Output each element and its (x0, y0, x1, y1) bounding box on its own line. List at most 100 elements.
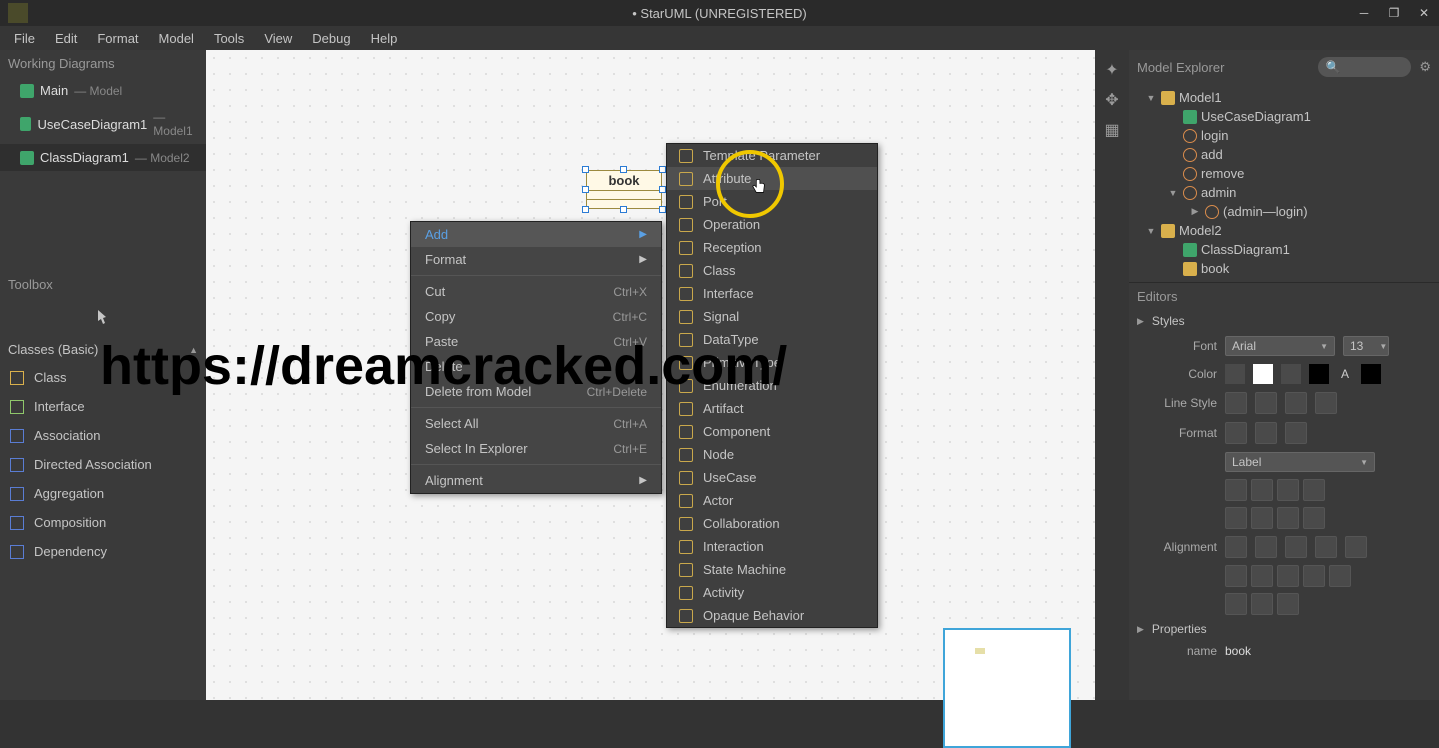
format-opt[interactable] (1303, 479, 1325, 501)
tree-item[interactable]: book (1129, 259, 1439, 278)
submenu-item[interactable]: PrimitiveType (667, 351, 877, 374)
submenu-item[interactable]: Component (667, 420, 877, 443)
toolbox-item[interactable]: Composition (0, 508, 206, 537)
submenu-item[interactable]: Interface (667, 282, 877, 305)
minimize-button[interactable]: ─ (1349, 0, 1379, 26)
align-btn[interactable] (1315, 536, 1337, 558)
properties-row[interactable]: ▶ Properties (1129, 618, 1439, 640)
align-btn[interactable] (1277, 565, 1299, 587)
text-color-swatch[interactable] (1361, 364, 1381, 384)
diagram-item[interactable]: Main — Model (0, 77, 206, 104)
tree-item[interactable]: remove (1129, 164, 1439, 183)
toolbox-item[interactable]: Association (0, 421, 206, 450)
format-opt[interactable] (1277, 479, 1299, 501)
pan-icon[interactable]: ✥ (1102, 90, 1122, 110)
thumbnail-icon[interactable]: ▦ (1102, 120, 1122, 140)
submenu-item[interactable]: DataType (667, 328, 877, 351)
submenu-item[interactable]: Actor (667, 489, 877, 512)
tree-item[interactable]: add (1129, 145, 1439, 164)
align-btn[interactable] (1251, 593, 1273, 615)
submenu-item[interactable]: Operation (667, 213, 877, 236)
diagram-item[interactable]: UseCaseDiagram1 — Model1 (0, 104, 206, 144)
maximize-button[interactable]: ❐ (1379, 0, 1409, 26)
ctx-item[interactable]: CopyCtrl+C (411, 304, 661, 329)
ctx-item[interactable]: Delete (411, 354, 661, 379)
tree-item[interactable]: UseCaseDiagram1 (1129, 107, 1439, 126)
align-btn[interactable] (1345, 536, 1367, 558)
align-btn[interactable] (1277, 593, 1299, 615)
minimap[interactable] (943, 628, 1071, 748)
resize-handle[interactable] (659, 186, 666, 193)
submenu-item[interactable]: State Machine (667, 558, 877, 581)
resize-handle[interactable] (620, 206, 627, 213)
linestyle-btn[interactable] (1225, 392, 1247, 414)
format-opt[interactable] (1251, 479, 1273, 501)
align-btn[interactable] (1225, 536, 1247, 558)
menu-tools[interactable]: Tools (204, 28, 254, 49)
explorer-search[interactable]: 🔍 (1318, 57, 1411, 77)
extensions-icon[interactable]: ✦ (1102, 60, 1122, 80)
tree-item[interactable]: login (1129, 126, 1439, 145)
menu-edit[interactable]: Edit (45, 28, 87, 49)
submenu-item[interactable]: Opaque Behavior (667, 604, 877, 627)
uml-class-book[interactable]: book (586, 170, 662, 209)
tree-chevron-icon[interactable]: ▶ (1189, 206, 1201, 217)
resize-handle[interactable] (582, 166, 589, 173)
ctx-item[interactable]: PasteCtrl+V (411, 329, 661, 354)
submenu-item[interactable]: UseCase (667, 466, 877, 489)
submenu-item[interactable]: Reception (667, 236, 877, 259)
menu-help[interactable]: Help (361, 28, 408, 49)
linestyle-btn[interactable] (1315, 392, 1337, 414)
align-btn[interactable] (1225, 565, 1247, 587)
diagram-item[interactable]: ClassDiagram1 — Model2 (0, 144, 206, 171)
resize-handle[interactable] (659, 166, 666, 173)
format-opt[interactable] (1251, 507, 1273, 529)
submenu-item[interactable]: Class (667, 259, 877, 282)
resize-handle[interactable] (582, 206, 589, 213)
resize-handle[interactable] (620, 166, 627, 173)
toolbox-item[interactable]: Class (0, 363, 206, 392)
toolbox-item[interactable]: Dependency (0, 537, 206, 566)
submenu-item[interactable]: Interaction (667, 535, 877, 558)
toolbox-item[interactable]: Aggregation (0, 479, 206, 508)
ctx-item[interactable]: Select In ExplorerCtrl+E (411, 436, 661, 461)
font-size-select[interactable]: 13 ▼ (1343, 336, 1389, 356)
menu-view[interactable]: View (254, 28, 302, 49)
tree-item[interactable]: ClassDiagram1 (1129, 240, 1439, 259)
submenu-item[interactable]: Enumeration (667, 374, 877, 397)
toolbox-section[interactable]: Classes (Basic) ▲ (0, 336, 206, 363)
text-color-icon[interactable]: A (1337, 367, 1353, 381)
format-opt[interactable] (1303, 507, 1325, 529)
ctx-item[interactable]: Format▶ (411, 247, 661, 272)
ctx-item[interactable]: Alignment▶ (411, 468, 661, 493)
tree-item[interactable]: ▼Model2 (1129, 221, 1439, 240)
pointer-tool[interactable] (90, 304, 116, 330)
line-icon[interactable] (1281, 364, 1301, 384)
menu-format[interactable]: Format (87, 28, 148, 49)
fill-color-swatch[interactable] (1253, 364, 1273, 384)
submenu-item[interactable]: Activity (667, 581, 877, 604)
align-btn[interactable] (1255, 536, 1277, 558)
align-btn[interactable] (1225, 593, 1247, 615)
format-opt[interactable] (1225, 507, 1247, 529)
diagram-canvas[interactable]: book Add▶Format▶CutCtrl+XCopyCtrl+CPaste… (206, 50, 1095, 700)
tree-chevron-icon[interactable]: ▼ (1145, 93, 1157, 103)
tree-item[interactable]: ▼Model1 (1129, 88, 1439, 107)
submenu-item[interactable]: Signal (667, 305, 877, 328)
align-btn[interactable] (1285, 536, 1307, 558)
submenu-item[interactable]: Node (667, 443, 877, 466)
fill-icon[interactable] (1225, 364, 1245, 384)
menu-file[interactable]: File (4, 28, 45, 49)
styles-row[interactable]: ▶ Styles (1129, 310, 1439, 332)
submenu-item[interactable]: Attribute (667, 167, 877, 190)
linestyle-btn[interactable] (1255, 392, 1277, 414)
submenu-item[interactable]: Artifact (667, 397, 877, 420)
submenu-item[interactable]: Collaboration (667, 512, 877, 535)
submenu-item[interactable]: Port (667, 190, 877, 213)
submenu-item[interactable]: Template Parameter (667, 144, 877, 167)
format-btn[interactable] (1255, 422, 1277, 444)
toolbox-item[interactable]: Directed Association (0, 450, 206, 479)
ctx-item[interactable]: Select AllCtrl+A (411, 411, 661, 436)
close-button[interactable]: ✕ (1409, 0, 1439, 26)
format-btn[interactable] (1225, 422, 1247, 444)
